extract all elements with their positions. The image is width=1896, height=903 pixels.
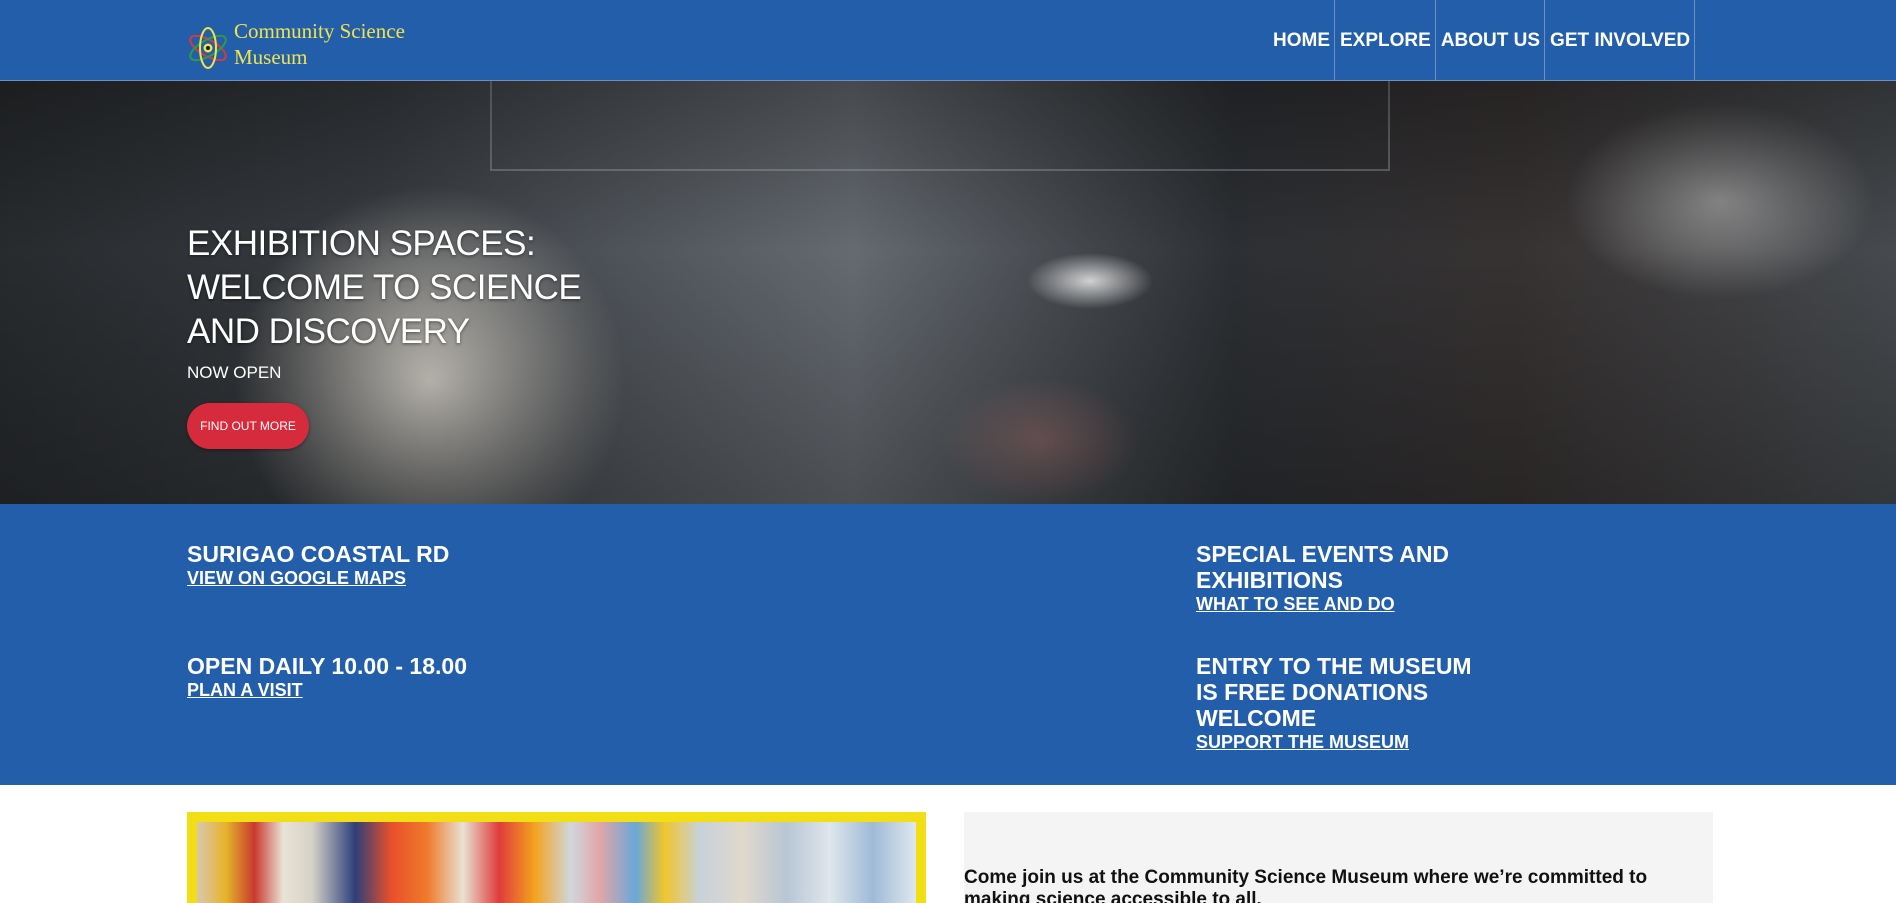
site-header: Community Science Museum HOME EXPLORE AB… [0, 0, 1896, 81]
find-out-more-button[interactable]: FIND OUT MORE [187, 403, 309, 449]
intro-text: Come join us at the Community Science Mu… [964, 867, 1648, 903]
nav-get-involved[interactable]: GET INVOLVED [1545, 0, 1696, 81]
logo-line-2: Museum [234, 45, 308, 69]
museum-photo-frame [187, 812, 926, 903]
support-museum-link[interactable]: SUPPORT THE MUSEUM [1196, 731, 1486, 753]
hero-title: EXHIBITION SPACES: WELCOME TO SCIENCE AN… [187, 224, 582, 351]
site-logo[interactable]: Community Science Museum [186, 18, 405, 70]
atom-icon [189, 27, 227, 69]
hero-banner: EXHIBITION SPACES: WELCOME TO SCIENCE AN… [0, 81, 1896, 504]
hero-subtitle: NOW OPEN [187, 363, 282, 382]
main-nav: HOME EXPLORE ABOUT US GET INVOLVED [1270, 0, 1696, 81]
nav-about-us[interactable]: ABOUT US [1436, 0, 1546, 81]
logo-text: Community Science Museum [234, 18, 405, 70]
plan-a-visit-link[interactable]: PLAN A VISIT [187, 679, 687, 701]
entry-heading: ENTRY TO THE MUSEUM IS FREE DONATIONS WE… [1196, 653, 1472, 731]
nav-explore[interactable]: EXPLORE [1335, 0, 1436, 81]
entry-block: ENTRY TO THE MUSEUM IS FREE DONATIONS WE… [1196, 653, 1486, 753]
hours-block: OPEN DAILY 10.00 - 18.00 PLAN A VISIT [187, 653, 687, 701]
events-heading: SPECIAL EVENTS AND EXHIBITIONS [1196, 541, 1450, 593]
logo-line-1: Community Science [234, 19, 405, 43]
museum-building-image [197, 822, 916, 903]
location-block: SURIGAO COASTAL RD VIEW ON GOOGLE MAPS [187, 541, 687, 589]
hours-heading: OPEN DAILY 10.00 - 18.00 [187, 653, 467, 679]
what-to-see-link[interactable]: WHAT TO SEE AND DO [1196, 593, 1486, 615]
visitor-info-band: SURIGAO COASTAL RD VIEW ON GOOGLE MAPS O… [0, 504, 1896, 785]
events-block: SPECIAL EVENTS AND EXHIBITIONS WHAT TO S… [1196, 541, 1486, 615]
google-maps-link[interactable]: VIEW ON GOOGLE MAPS [187, 567, 687, 589]
location-heading: SURIGAO COASTAL RD [187, 541, 450, 567]
nav-home[interactable]: HOME [1270, 0, 1335, 81]
intro-panel: Come join us at the Community Science Mu… [964, 812, 1713, 903]
